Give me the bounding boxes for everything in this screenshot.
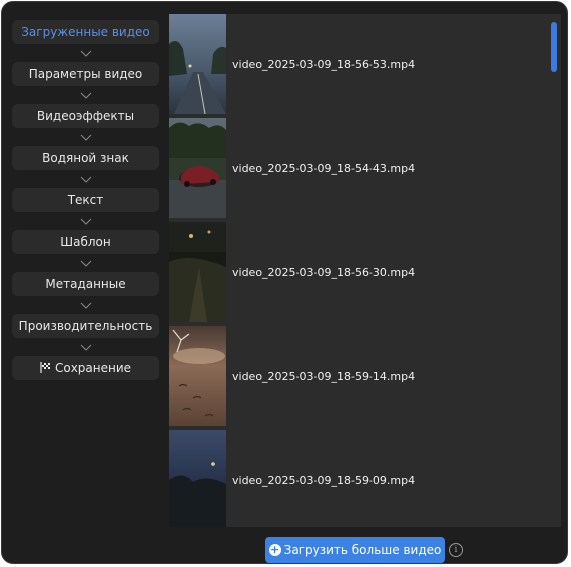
chevron-down-icon xyxy=(12,212,159,230)
video-thumbnail xyxy=(169,430,226,527)
video-thumbnail xyxy=(169,222,226,322)
plus-circle-icon: + xyxy=(268,543,281,556)
list-item[interactable]: video_2025-03-09_18-56-53.mp4 xyxy=(169,14,549,114)
step-performance[interactable]: Производительность xyxy=(12,314,159,338)
step-text[interactable]: Текст xyxy=(12,188,159,212)
chevron-down-icon xyxy=(12,254,159,272)
video-thumbnail xyxy=(169,14,226,114)
chevron-down-icon xyxy=(12,296,159,314)
video-filename: video_2025-03-09_18-56-30.mp4 xyxy=(232,265,416,279)
step-save[interactable]: Сохранение xyxy=(12,356,159,380)
list-item[interactable]: video_2025-03-09_18-56-30.mp4 xyxy=(169,222,549,322)
video-filename: video_2025-03-09_18-59-14.mp4 xyxy=(232,369,416,383)
app-window: Загруженные видео Параметры видео Видеоэ… xyxy=(1,1,568,564)
video-thumbnail xyxy=(169,326,226,426)
list-item[interactable]: video_2025-03-09_18-59-09.mp4 xyxy=(169,430,549,527)
step-uploaded-videos[interactable]: Загруженные видео xyxy=(12,20,159,44)
chevron-down-icon xyxy=(12,170,159,188)
scrollbar[interactable] xyxy=(549,14,561,527)
video-list[interactable]: video_2025-03-09_18-56-53.mp4 video_2025… xyxy=(169,14,561,527)
video-filename: video_2025-03-09_18-59-09.mp4 xyxy=(232,473,416,487)
list-item[interactable]: video_2025-03-09_18-54-43.mp4 xyxy=(169,118,549,218)
scrollbar-thumb[interactable] xyxy=(551,22,557,72)
steps-sidebar: Загруженные видео Параметры видео Видеоэ… xyxy=(12,20,159,380)
list-item[interactable]: video_2025-03-09_18-59-14.mp4 xyxy=(169,326,549,426)
step-metadata[interactable]: Метаданные xyxy=(12,272,159,296)
chevron-down-icon xyxy=(12,86,159,104)
step-video-parameters[interactable]: Параметры видео xyxy=(12,62,159,86)
video-thumbnail xyxy=(169,118,226,218)
step-watermark[interactable]: Водяной знак xyxy=(12,146,159,170)
chevron-down-icon xyxy=(12,128,159,146)
upload-more-button[interactable]: + Загрузить больше видео xyxy=(265,537,445,563)
chevron-down-icon xyxy=(12,338,159,356)
video-filename: video_2025-03-09_18-56-53.mp4 xyxy=(232,57,416,71)
info-icon[interactable]: i xyxy=(449,543,463,557)
chevron-down-icon xyxy=(12,44,159,62)
video-filename: video_2025-03-09_18-54-43.mp4 xyxy=(232,161,416,175)
checkered-flag-icon xyxy=(40,362,51,375)
step-video-effects[interactable]: Видеоэффекты xyxy=(12,104,159,128)
step-template[interactable]: Шаблон xyxy=(12,230,159,254)
